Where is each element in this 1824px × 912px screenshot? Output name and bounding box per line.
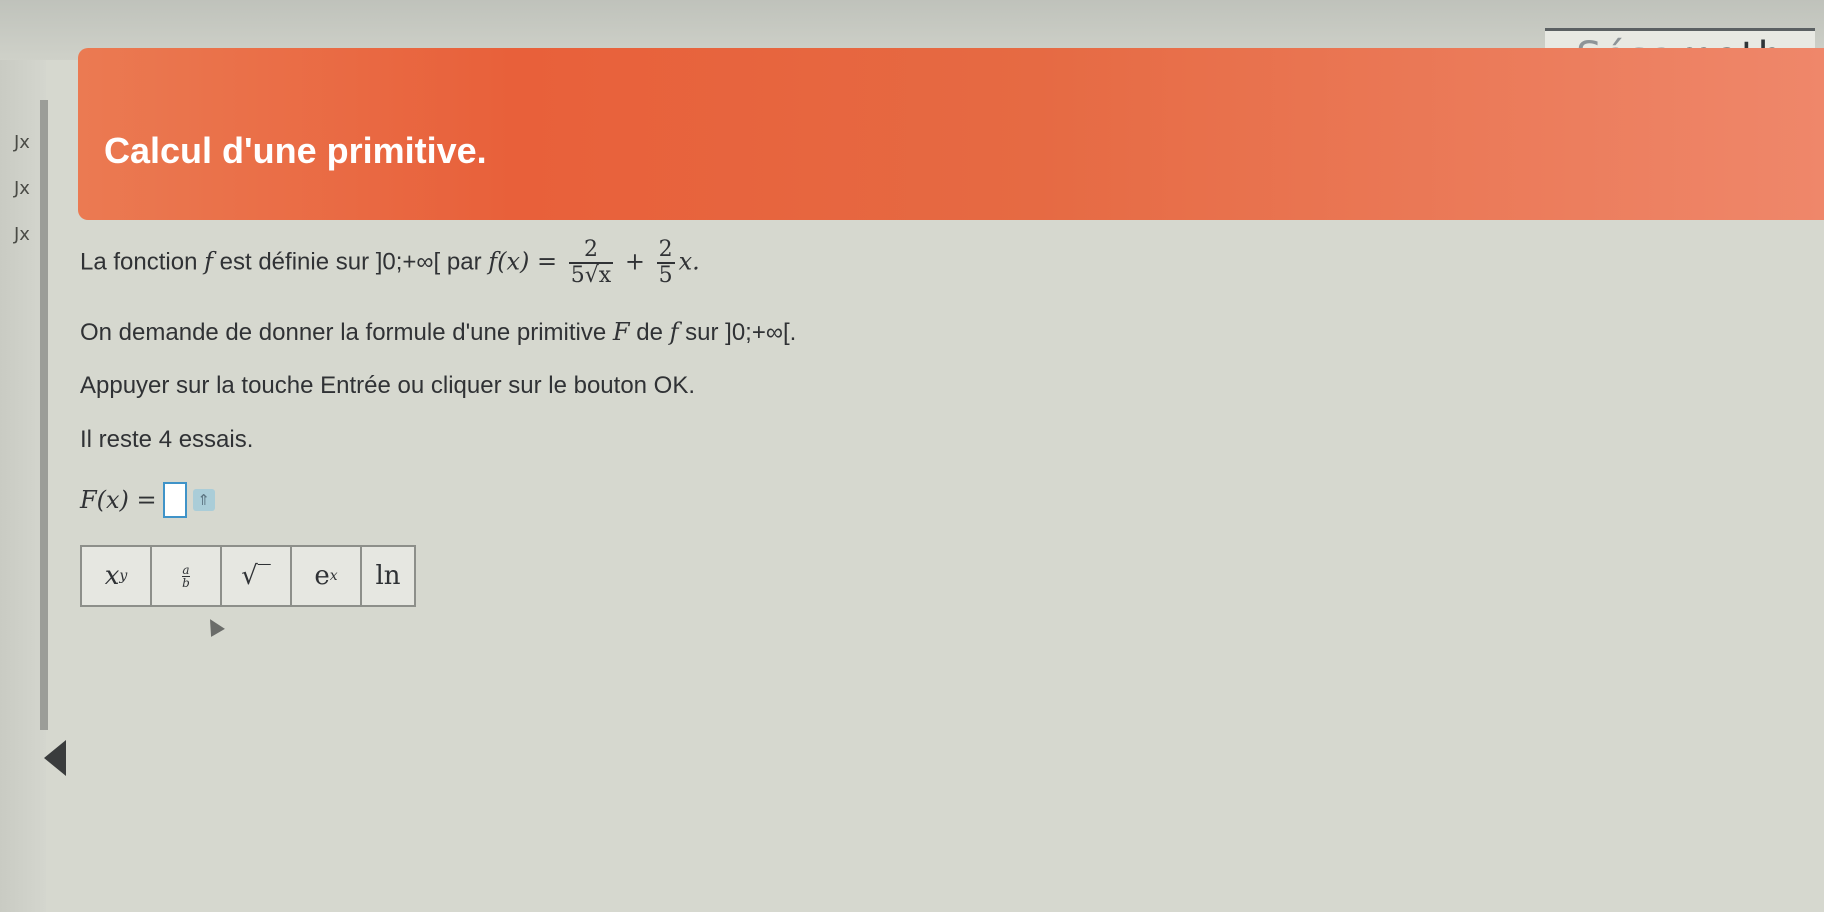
fraction-b: b: [182, 575, 190, 590]
text-segment: est définie sur: [212, 248, 376, 276]
fraction-numerator: 2: [583, 237, 598, 262]
fraction-denominator: 5: [656, 262, 675, 288]
math-tail: x.: [678, 247, 700, 276]
sqrt-icon: √‾: [241, 561, 271, 591]
interval: ]0;+∞[.: [725, 319, 797, 346]
fraction-button[interactable]: ab: [152, 547, 222, 605]
fraction-denominator: 5√x: [568, 262, 614, 288]
text-segment: sur: [678, 319, 726, 346]
integral-icon[interactable]: Jx: [14, 132, 30, 153]
power-base: x: [104, 561, 120, 591]
exp-button[interactable]: ex: [292, 547, 362, 605]
math-F: F: [612, 318, 630, 346]
math-keypad: xy ab √‾ ex ln: [80, 545, 416, 607]
answer-input[interactable]: [162, 482, 187, 518]
instruction-text: Appuyer sur la touche Entrée ou cliquer …: [80, 372, 696, 399]
text-segment: La fonction: [80, 248, 205, 276]
integral-icon[interactable]: Jx: [14, 178, 30, 199]
function-definition: La fonction f est définie sur ]0;+∞[ par…: [80, 238, 700, 288]
exp-base: e: [314, 561, 330, 591]
exercise-header: Calcul d'une primitive.: [78, 48, 1824, 220]
collapse-arrow-icon[interactable]: [44, 740, 66, 776]
answer-label: F(x) =: [80, 486, 157, 514]
math-fx: f(x) =: [488, 247, 565, 276]
question-statement: On demande de donner la formule d'une pr…: [80, 318, 796, 347]
integral-icon[interactable]: Jx: [14, 224, 30, 245]
fraction-icon: ab: [182, 564, 190, 589]
exercise-title: Calcul d'une primitive.: [104, 130, 487, 171]
text-segment: par: [440, 248, 489, 276]
fraction-2: 25: [656, 237, 675, 288]
mouse-cursor-icon: [203, 615, 225, 637]
tries-remaining: Il reste 4 essais.: [80, 426, 254, 453]
plus-sign: +: [617, 247, 653, 276]
sidebar-divider: [40, 100, 48, 730]
text-segment: de: [629, 319, 670, 346]
answer-row: F(x) = ⇑: [80, 482, 215, 518]
interval: ]0;+∞[: [375, 248, 441, 276]
power-exponent: y: [119, 568, 128, 584]
fraction-1: 2 5√x: [568, 237, 614, 288]
math-f: f: [204, 247, 213, 276]
exp-exponent: x: [329, 568, 338, 584]
text-segment: On demande de donner la formule d'une pr…: [80, 319, 613, 346]
up-arrow-icon[interactable]: ⇑: [192, 489, 215, 511]
fraction-a: a: [182, 562, 190, 577]
fraction-numerator: 2: [658, 237, 673, 262]
ln-button[interactable]: ln: [362, 547, 414, 605]
sqrt-button[interactable]: √‾: [222, 547, 292, 605]
power-button[interactable]: xy: [82, 547, 152, 605]
